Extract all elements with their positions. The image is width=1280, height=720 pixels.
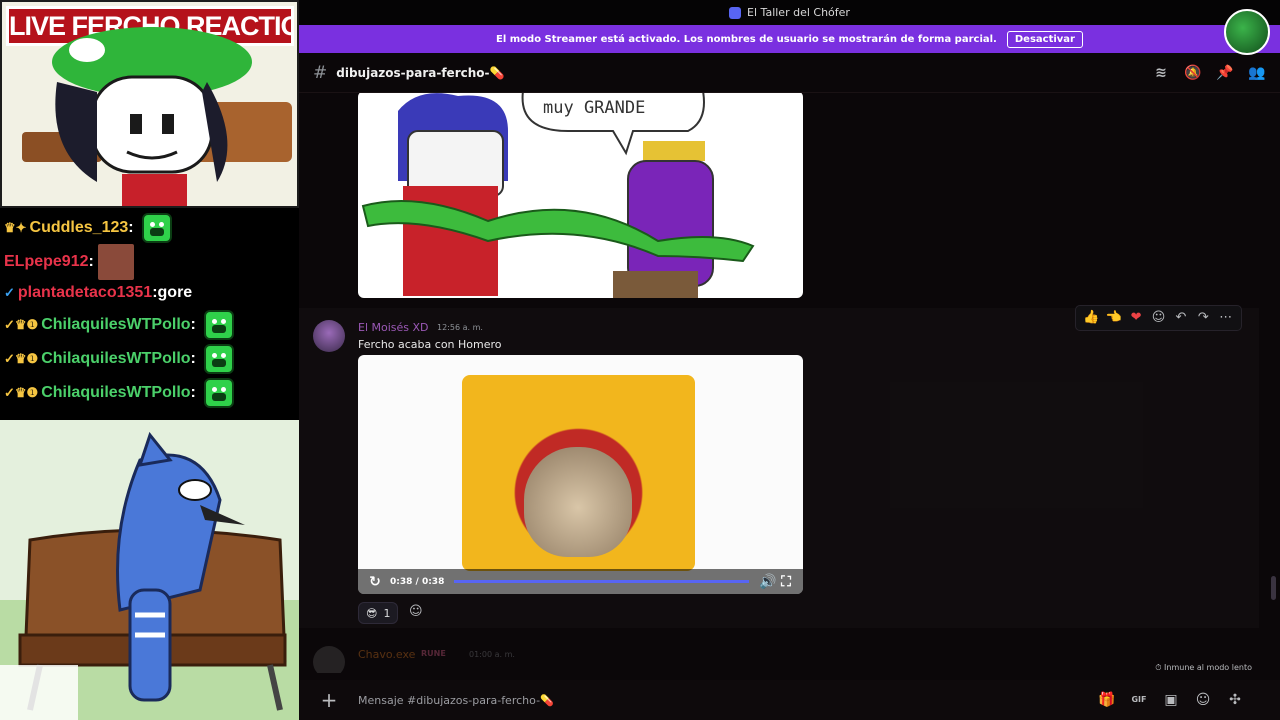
message-content: Fercho acaba con Homero [358,338,502,351]
user-avatar[interactable] [1224,9,1270,55]
badges: ✓ [4,285,15,300]
reaction-chip[interactable]: 😎 1 [358,602,399,624]
title-bar: El Taller del Chófer [299,0,1280,25]
discord-icon [729,6,742,19]
webcam-panel: LIVE FERCHO REACTION [0,0,299,208]
pepe-emote-icon [203,310,234,340]
next-message-preview: Chavo.exe RUNE 01:00 a. m. [313,646,913,673]
comic-drawing: muy GRANDE [361,93,755,298]
chat-line: ✓♛❶ ChilaquilesWTPollo: [4,308,234,342]
gift-icon[interactable]: 🎁 [1098,691,1116,709]
chat-username: Cuddles_123 [29,219,129,236]
chat-username: ChilaquilesWTPollo [41,384,191,401]
slowmode-indicator: ⏱ Inmune al modo lento [1155,663,1252,673]
fullscreen-icon[interactable]: ⛶ [777,573,795,591]
reply-icon[interactable]: ↶ [1173,309,1189,327]
pepe-emote-icon [203,378,234,408]
scrollbar-thumb[interactable] [1271,576,1276,600]
more-icon[interactable]: ⋯ [1218,309,1234,327]
video-progress-bar[interactable] [454,580,749,583]
apps-icon[interactable]: ✣ [1226,691,1244,709]
deactivate-button[interactable]: Desactivar [1006,30,1083,48]
chat-line: ELpepe912: [4,244,134,280]
threads-icon[interactable]: ≋ [1152,64,1170,82]
pin-icon[interactable]: 📌 [1216,64,1234,82]
cartoon-avatar-illustration [22,27,292,206]
header-toolbar: ≋ 🔕 📌 👥 [1152,64,1266,82]
chat-message: gore [157,284,193,301]
role-badge: RUNE [421,649,446,658]
face-emote-icon [97,244,134,280]
message-input[interactable] [358,693,958,707]
author-avatar[interactable] [313,646,345,673]
chat-username: plantadetaco1351 [17,284,153,301]
video-attachment[interactable]: ↻ 0:38 / 0:38 🔊 ⛶ [358,355,803,594]
badges: ✓♛❶ [4,317,39,332]
badges: ✓♛❶ [4,385,39,400]
reaction-count: 1 [383,606,391,620]
chat-username: ChilaquilesWTPollo [41,350,191,367]
add-reaction-icon[interactable]: ☺ [1150,309,1166,327]
window-title: El Taller del Chófer [747,6,850,19]
watermark-logo [0,665,78,720]
message-composer: + 🎁 GIF ▣ ☺ ✣ [299,680,1280,720]
video-time: 0:38 / 0:38 [390,576,445,587]
video-controls: ↻ 0:38 / 0:38 🔊 ⛶ [358,569,803,594]
message-timestamp: 12:56 a. m. [437,323,483,332]
speech-bubble-text: muy GRANDE [543,98,645,118]
chat-username: ELpepe912 [4,253,89,270]
author-avatar[interactable] [313,320,345,352]
video-frame [462,375,695,571]
message-author[interactable]: El Moisés XD [358,321,429,334]
hashtag-icon: # [313,62,328,83]
attached-image[interactable]: muy GRANDE [358,93,803,298]
sticker-icon[interactable]: ▣ [1162,691,1180,709]
emoji-icon[interactable]: ☺ [1194,691,1212,709]
discord-window: El Taller del Chófer El modo Streamer es… [299,0,1280,720]
video-progress-fill [454,580,749,583]
message-timestamp: 01:00 a. m. [469,650,515,659]
chat-username: ChilaquilesWTPollo [41,316,191,333]
thumbs-up-reaction-icon[interactable]: 👍 [1083,309,1099,327]
streamer-mode-banner: El modo Streamer está activado. Los nomb… [299,25,1280,53]
channel-header: # dibujazos-para-fercho-💊 ≋ 🔕 📌 👥 [299,53,1280,93]
stream-overlay: LIVE FERCHO REACTION ♛✦ Cuddles_123: ELp… [0,0,299,720]
message-actions-bar: 👍 👈 ❤ ☺ ↶ ↷ ⋯ [1075,305,1242,331]
chat-line: ♛✦ Cuddles_123: [4,211,172,245]
streamer-mode-text: El modo Streamer está activado. Los nomb… [496,33,997,45]
slowmode-text: Inmune al modo lento [1164,663,1252,672]
chat-line: ✓♛❶ ChilaquilesWTPollo: [4,376,234,410]
pointing-reaction-icon[interactable]: 👈 [1106,309,1122,327]
gif-icon[interactable]: GIF [1130,691,1148,709]
pepe-emote-icon [203,344,234,374]
chat-line: ✓ plantadetaco1351: gore [4,284,193,301]
pepe-emote-icon [141,213,172,243]
attach-plus-icon[interactable]: + [319,688,339,712]
forward-icon[interactable]: ↷ [1195,309,1211,327]
chat-line: ✓♛❶ ChilaquilesWTPollo: [4,342,234,376]
composer-toolbar: 🎁 GIF ▣ ☺ ✣ [1098,691,1244,709]
channel-name: dibujazos-para-fercho-💊 [336,65,505,80]
sunglasses-emoji-icon: 😎 [366,606,378,620]
volume-icon[interactable]: 🔊 [759,573,777,591]
members-icon[interactable]: 👥 [1248,64,1266,82]
message-author[interactable]: Chavo.exe [358,648,415,661]
add-reaction-icon[interactable]: ☺ [409,604,427,622]
stream-chat: ♛✦ Cuddles_123: ELpepe912: ✓ plantadetac… [0,210,299,420]
notification-mute-icon[interactable]: 🔕 [1184,64,1202,82]
badges: ♛✦ [4,220,27,235]
heart-reaction-icon[interactable]: ❤ [1128,309,1144,327]
replay-icon[interactable]: ↻ [366,573,384,591]
clock-icon: ⏱ [1155,663,1165,672]
message-list: muy GRANDE El Moisés XD 12:56 a. m. Ferc… [299,93,1280,673]
badges: ✓♛❶ [4,351,39,366]
